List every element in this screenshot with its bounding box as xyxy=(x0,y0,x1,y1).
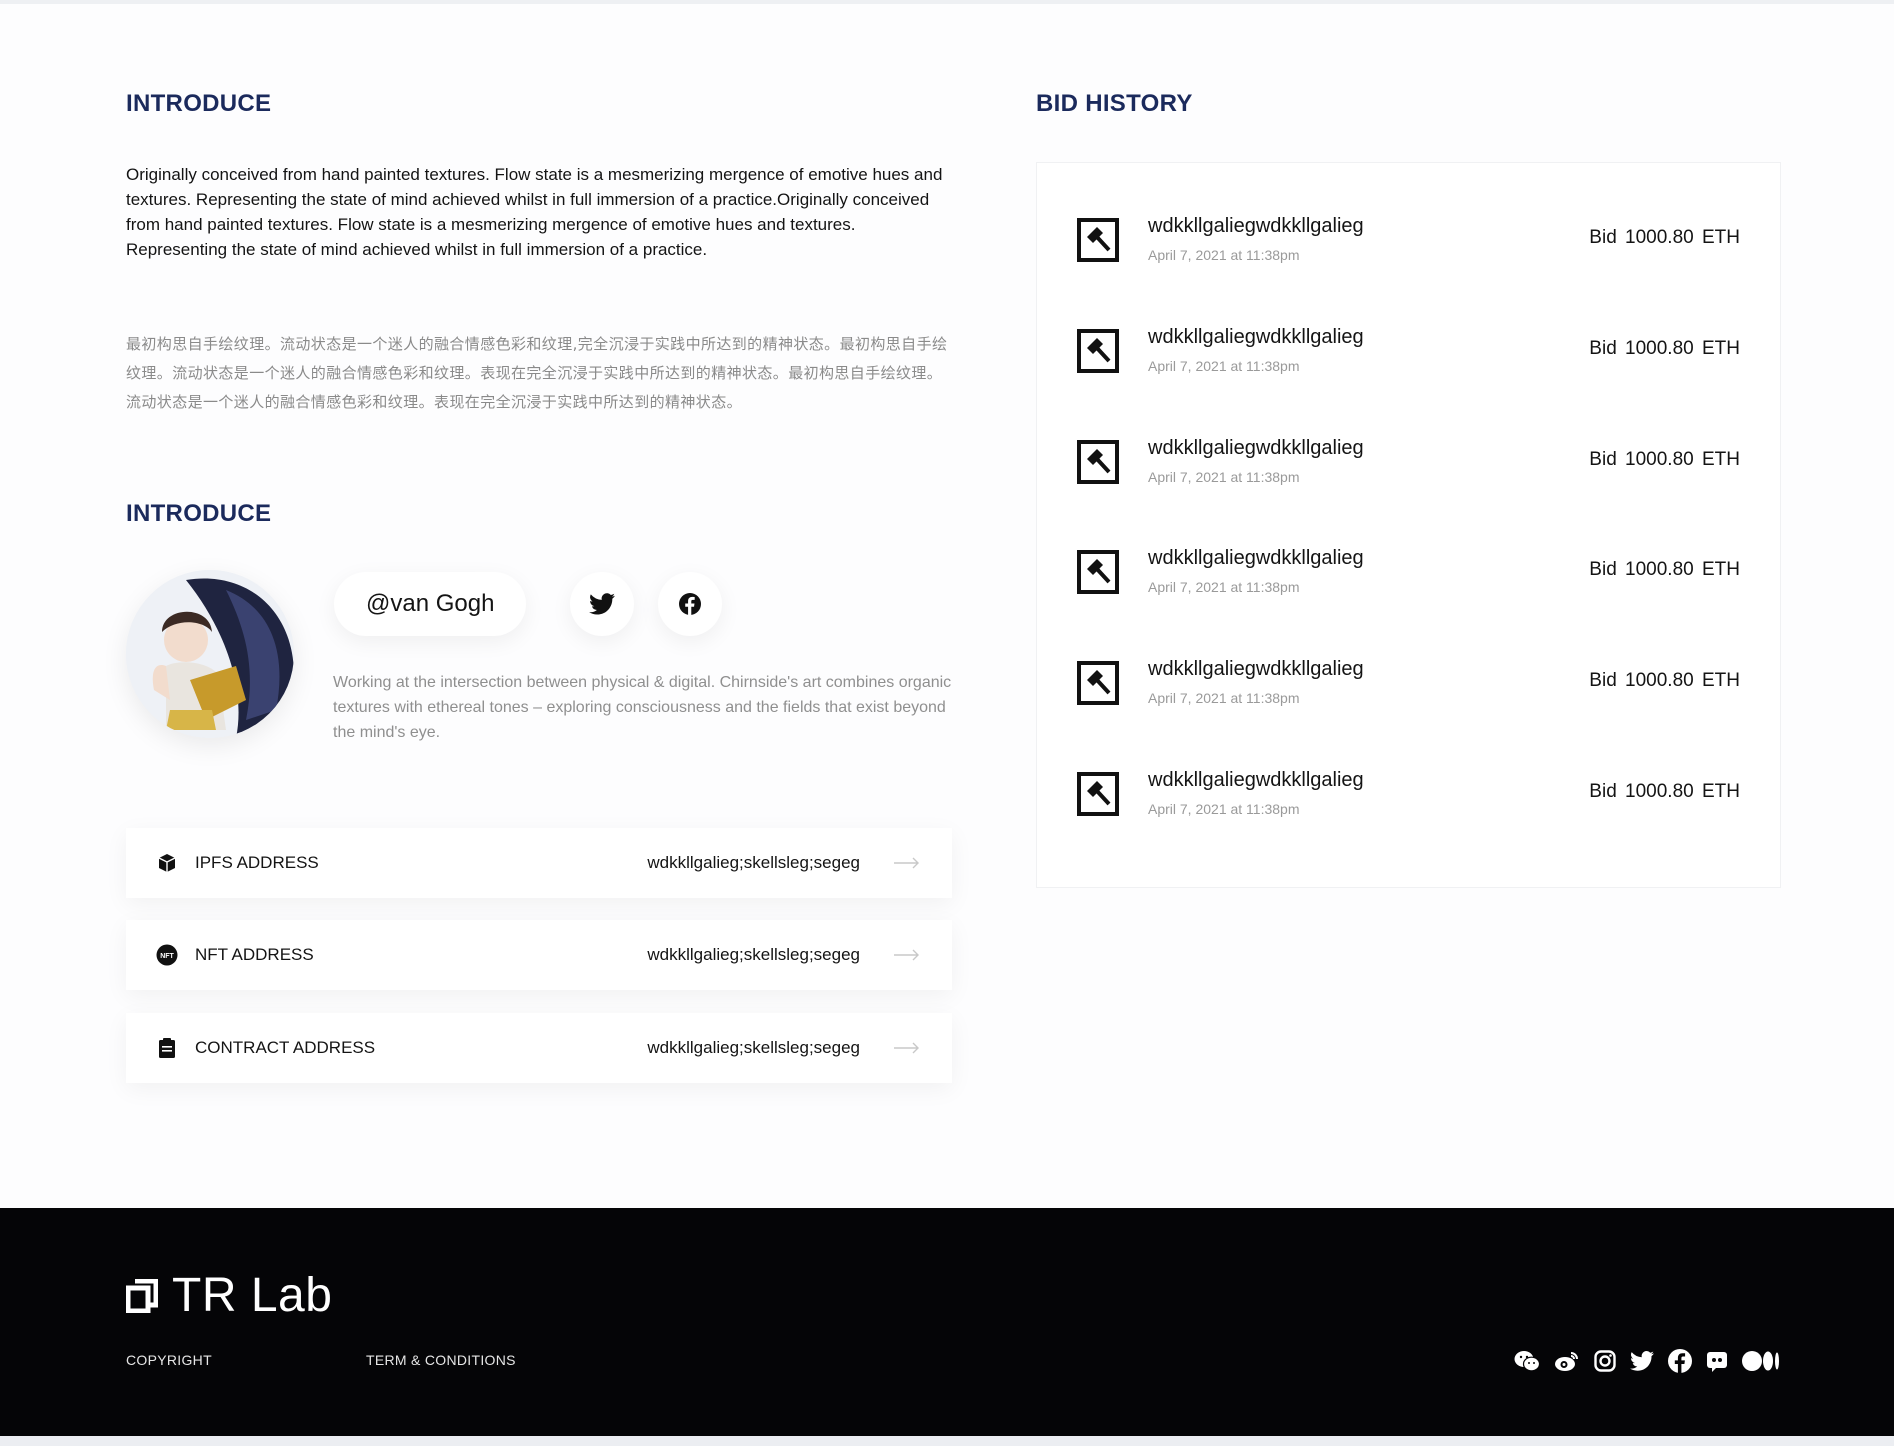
twitter-icon[interactable] xyxy=(1630,1348,1654,1374)
bid-date: April 7, 2021 at 11:38pm xyxy=(1148,469,1300,485)
tr-lab-logo-icon xyxy=(126,1278,158,1313)
bid-date: April 7, 2021 at 11:38pm xyxy=(1148,579,1300,595)
wechat-icon[interactable] xyxy=(1514,1348,1540,1374)
bidder-name: wdkkllgaliegwdkkllgalieg xyxy=(1148,658,1364,680)
weibo-icon[interactable] xyxy=(1554,1348,1580,1374)
cube-icon xyxy=(156,852,178,874)
bid-amount: Bid 1000.80 ETH xyxy=(1589,449,1740,470)
bid-date: April 7, 2021 at 11:38pm xyxy=(1148,247,1300,263)
bidder-name: wdkkllgaliegwdkkllgalieg xyxy=(1148,769,1364,791)
footer: TR Lab COPYRIGHT TERM & CONDITIONS xyxy=(0,1208,1894,1436)
bid-history-row[interactable]: wdkkllgaliegwdkkllgalieg April 7, 2021 a… xyxy=(1037,517,1782,627)
artist-facebook-button[interactable] xyxy=(658,572,722,636)
contract-address-label: CONTRACT ADDRESS xyxy=(195,1038,376,1057)
bid-amount: Bid 1000.80 ETH xyxy=(1589,559,1740,580)
bid-history-row[interactable]: wdkkllgaliegwdkkllgalieg April 7, 2021 a… xyxy=(1037,185,1782,295)
bid-history-row[interactable]: wdkkllgaliegwdkkllgalieg April 7, 2021 a… xyxy=(1037,407,1782,517)
bid-history-row[interactable]: wdkkllgaliegwdkkllgalieg April 7, 2021 a… xyxy=(1037,739,1782,849)
medium-icon[interactable] xyxy=(1742,1348,1780,1374)
bid-amount: Bid 1000.80 ETH xyxy=(1589,670,1740,691)
bidder-name: wdkkllgaliegwdkkllgalieg xyxy=(1148,215,1364,237)
arrow-right-icon xyxy=(894,857,922,869)
bid-history-row[interactable]: wdkkllgaliegwdkkllgalieg April 7, 2021 a… xyxy=(1037,628,1782,738)
logo-text: TR Lab xyxy=(172,1269,333,1322)
twitter-icon xyxy=(589,593,615,615)
avatar-illustration xyxy=(126,570,294,738)
nft-address-row[interactable]: NFT NFT ADDRESS wdkkllgalieg;skellsleg;s… xyxy=(126,920,952,990)
bid-history-title: BID HISTORY xyxy=(1036,90,1193,117)
gavel-icon xyxy=(1077,440,1119,484)
gavel-icon xyxy=(1077,329,1119,373)
footer-social-links xyxy=(1514,1348,1780,1374)
artist-twitter-button[interactable] xyxy=(570,572,634,636)
bidder-name: wdkkllgaliegwdkkllgalieg xyxy=(1148,326,1364,348)
svg-text:NFT: NFT xyxy=(160,953,174,960)
top-divider xyxy=(0,0,1894,4)
instagram-icon[interactable] xyxy=(1594,1348,1616,1374)
ipfs-address-value: wdkkllgalieg;skellsleg;segeg xyxy=(647,853,860,872)
contract-address-value: wdkkllgalieg;skellsleg;segeg xyxy=(647,1038,860,1057)
bid-history-row[interactable]: wdkkllgaliegwdkkllgalieg April 7, 2021 a… xyxy=(1037,296,1782,406)
bid-amount: Bid 1000.80 ETH xyxy=(1589,338,1740,359)
ipfs-address-label: IPFS ADDRESS xyxy=(195,853,319,872)
artist-handle[interactable]: @van Gogh xyxy=(334,572,527,636)
bid-amount: Bid 1000.80 ETH xyxy=(1589,781,1740,802)
ipfs-address-row[interactable]: IPFS ADDRESS wdkkllgalieg;skellsleg;sege… xyxy=(126,828,952,898)
footer-logo[interactable]: TR Lab xyxy=(126,1268,332,1323)
gavel-icon xyxy=(1077,772,1119,816)
nft-address-label: NFT ADDRESS xyxy=(195,945,314,964)
discord-icon[interactable] xyxy=(1706,1348,1728,1374)
bidder-name: wdkkllgaliegwdkkllgalieg xyxy=(1148,437,1364,459)
terms-link[interactable]: TERM & CONDITIONS xyxy=(366,1352,516,1368)
introduce-text-en: Originally conceived from hand painted t… xyxy=(126,165,943,259)
facebook-icon xyxy=(679,593,701,615)
nft-address-value: wdkkllgalieg;skellsleg;segeg xyxy=(647,945,860,964)
artist-bio: Working at the intersection between phys… xyxy=(333,674,952,741)
arrow-right-icon xyxy=(894,949,922,961)
facebook-icon[interactable] xyxy=(1668,1348,1692,1374)
introduce-text-cn: 最初构思自手绘纹理。流动状态是一个迷人的融合情感色彩和纹理,完全沉浸于实践中所达… xyxy=(126,335,948,411)
gavel-icon xyxy=(1077,661,1119,705)
bid-amount: Bid 1000.80 ETH xyxy=(1589,227,1740,248)
copyright-link[interactable]: COPYRIGHT xyxy=(126,1352,212,1368)
bidder-name: wdkkllgaliegwdkkllgalieg xyxy=(1148,547,1364,569)
gavel-icon xyxy=(1077,550,1119,594)
introduce-title: INTRODUCE xyxy=(126,90,272,117)
artist-avatar[interactable] xyxy=(126,570,294,738)
arrow-right-icon xyxy=(894,1042,922,1054)
bid-date: April 7, 2021 at 11:38pm xyxy=(1148,801,1300,817)
footer-bottom-strip xyxy=(0,1436,1894,1446)
bid-history-panel: wdkkllgaliegwdkkllgalieg April 7, 2021 a… xyxy=(1036,162,1781,888)
clipboard-icon xyxy=(156,1037,178,1059)
nft-icon: NFT xyxy=(156,944,178,966)
gavel-icon xyxy=(1077,218,1119,262)
bid-date: April 7, 2021 at 11:38pm xyxy=(1148,358,1300,374)
bid-date: April 7, 2021 at 11:38pm xyxy=(1148,690,1300,706)
artist-section-title: INTRODUCE xyxy=(126,500,272,527)
contract-address-row[interactable]: CONTRACT ADDRESS wdkkllgalieg;skellsleg;… xyxy=(126,1013,952,1083)
